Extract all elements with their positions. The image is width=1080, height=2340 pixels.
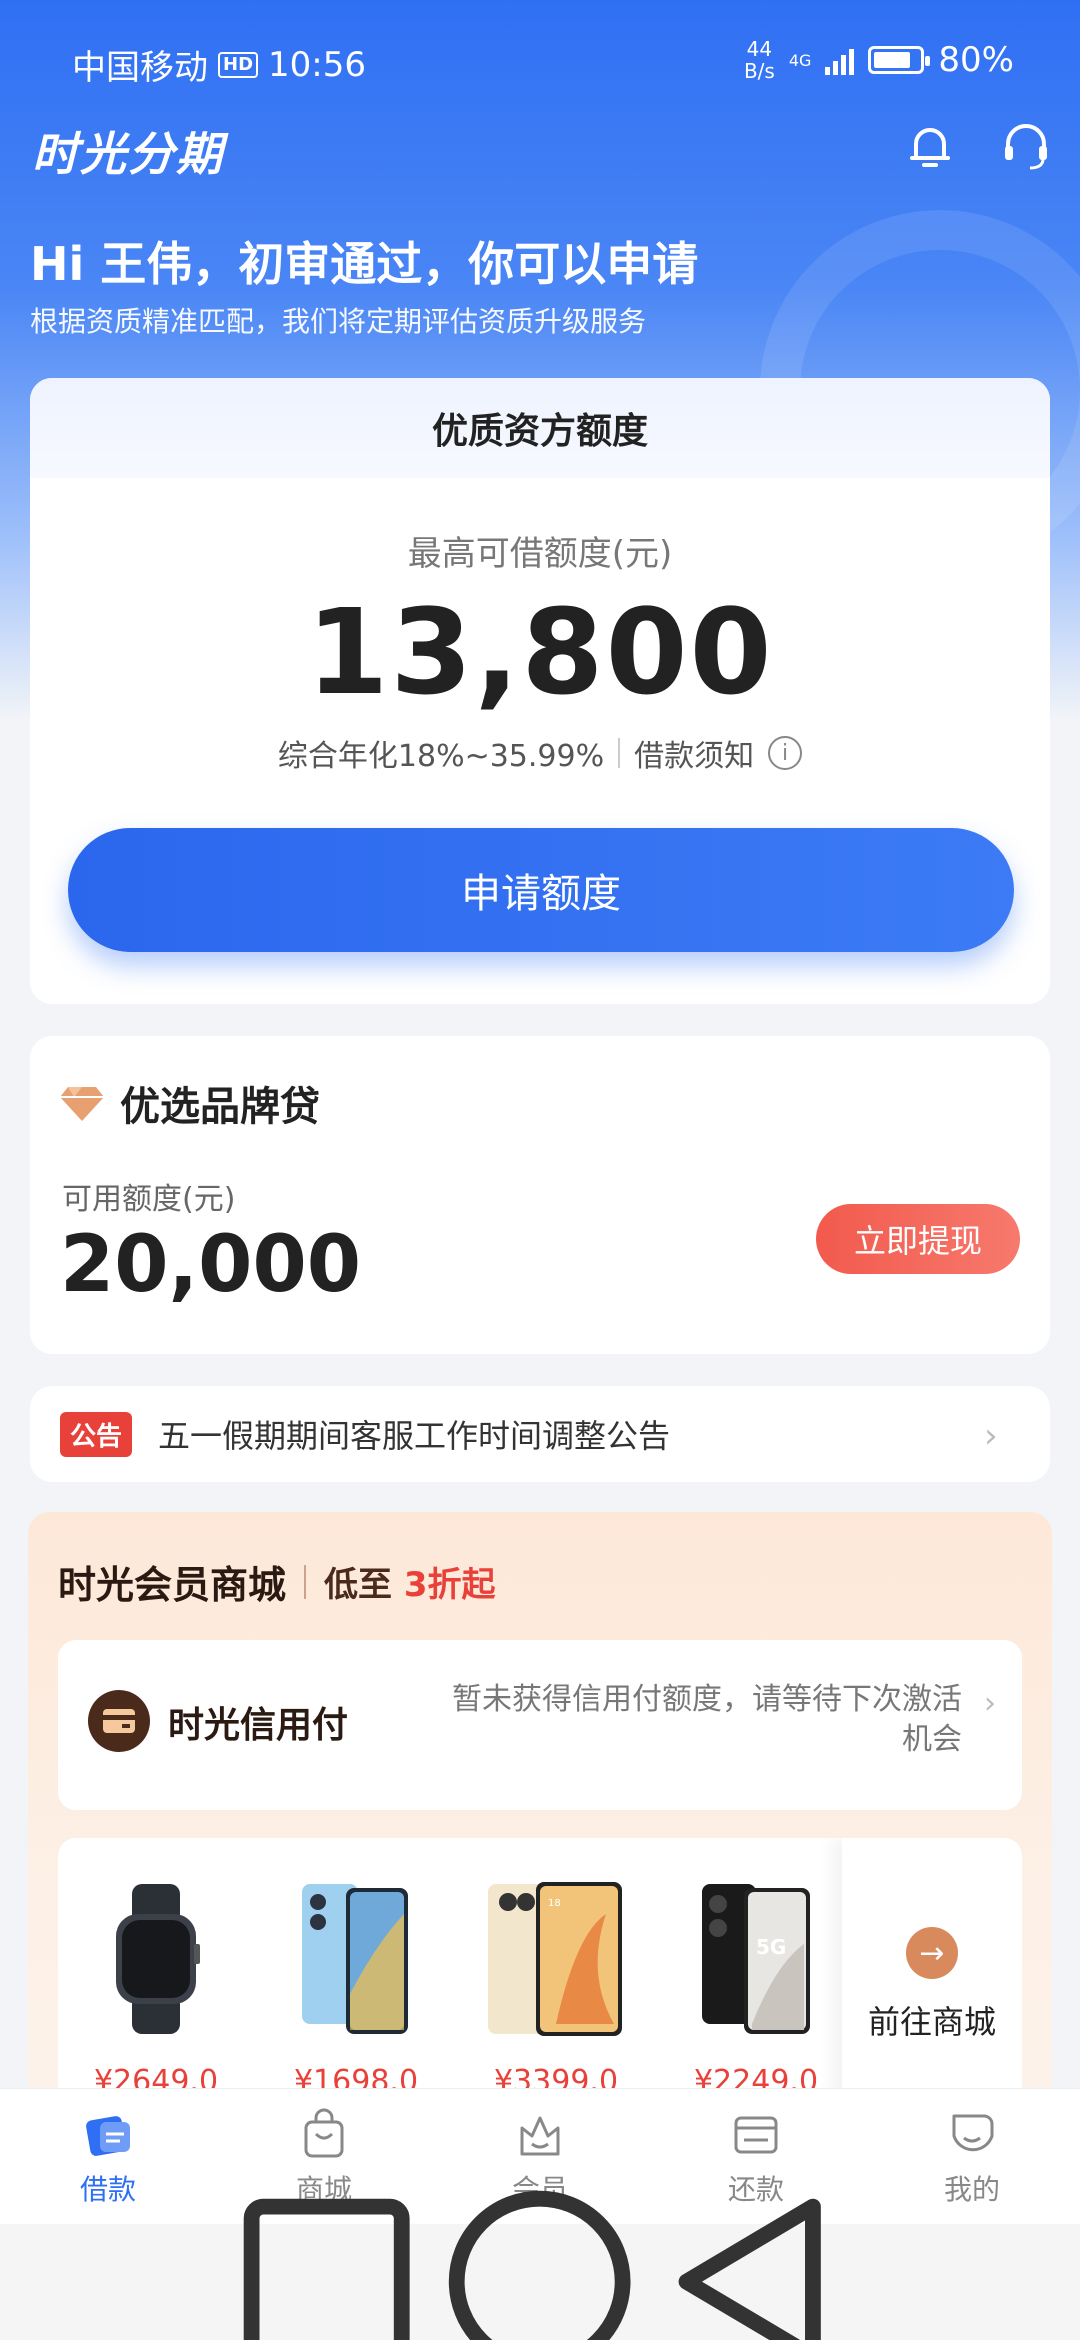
svg-text:5G: 5G — [756, 1935, 786, 1959]
carrier-name: 中国移动 — [72, 48, 208, 88]
credit-pay-title: 时光信用付 — [168, 1705, 349, 1746]
product-item[interactable]: ¥1698.0 — [276, 1874, 436, 2099]
signal-icon — [825, 45, 855, 75]
shop-bag-icon — [304, 2108, 344, 2157]
product-item[interactable]: ¥2649.0 — [76, 1874, 236, 2099]
annual-rate: 综合年化18%~35.99% — [277, 739, 605, 774]
net-speed-unit: B/s — [743, 59, 775, 83]
apply-quota-button[interactable]: 申请额度 — [68, 828, 1014, 952]
clock: 10:56 — [268, 44, 366, 85]
quota-info-row: 综合年化18%~35.99% 借款须知 i — [30, 731, 1050, 775]
product-item[interactable]: 5G ¥2249.0 — [676, 1874, 836, 2099]
home-icon[interactable] — [433, 2175, 646, 2340]
hd-badge: HD — [218, 51, 259, 78]
tab-loan[interactable]: 借款 — [0, 2089, 216, 2224]
member-crown-icon — [520, 2116, 560, 2155]
profile-icon — [952, 2114, 994, 2151]
back-icon[interactable] — [647, 2175, 860, 2340]
svg-text:18: 18 — [548, 1898, 561, 1909]
tab-label: 我的 — [943, 2172, 1000, 2206]
net-speed-value: 44 — [746, 37, 773, 61]
bell-icon[interactable] — [902, 118, 958, 174]
network-type: 4G — [788, 50, 812, 70]
blue-phone-icon — [302, 1884, 408, 2034]
battery-icon — [868, 46, 931, 74]
loan-icon — [86, 2115, 130, 2156]
smartwatch-icon — [116, 1884, 200, 2034]
divider — [618, 738, 621, 768]
quota-amount: 13,800 — [306, 583, 774, 721]
customer-service-icon[interactable] — [998, 118, 1054, 174]
brand-loan-title: 优选品牌贷 — [120, 1084, 320, 1130]
quota-label: 最高可借额度(元) — [407, 534, 673, 574]
available-amount: 20,000 — [60, 1220, 361, 1310]
divider — [304, 1564, 307, 1599]
notice-text: 五一假期期间客服工作时间调整公告 — [158, 1417, 671, 1455]
mall-title: 时光会员商城 — [58, 1563, 287, 1607]
promo-prefix: 低至 — [324, 1565, 393, 1605]
loan-notice-link[interactable]: 借款须知 — [634, 731, 754, 775]
mall-promo: 低至 3折起 — [324, 1557, 496, 1606]
status-right: 44 B/s 4G 80% — [744, 38, 1014, 82]
app-screen: 中国移动 HD 10:56 44 B/s 4G 80% 时光分期 Hi 王伟，初… — [0, 0, 1080, 2340]
product-item[interactable]: 18 ¥3399.0 — [476, 1874, 636, 2099]
credit-card-icon — [88, 1690, 150, 1752]
diamond-icon — [60, 1087, 104, 1121]
status-left: 中国移动 HD 10:56 — [72, 40, 366, 89]
info-icon[interactable]: i — [768, 736, 803, 770]
brand-loan-header: 优选品牌贷 — [60, 1074, 320, 1132]
mall-header: 时光会员商城 低至 3折起 — [58, 1554, 496, 1609]
promo-highlight: 3折起 — [403, 1565, 496, 1605]
battery-percent: 80% — [938, 40, 1014, 80]
chevron-right-icon: › — [984, 1686, 996, 1721]
chevron-right-icon: › — [984, 1416, 998, 1456]
withdraw-button[interactable]: 立即提现 — [816, 1204, 1020, 1274]
greeting-title: Hi 王伟，初审通过，你可以申请 — [30, 237, 699, 291]
available-label: 可用额度(元) — [62, 1182, 236, 1217]
goto-mall-label: 前往商城 — [867, 2003, 996, 2041]
credit-pay-desc: 暂未获得信用付额度，请等待下次激活机会 — [452, 1682, 962, 1757]
net-speed: 44 B/s — [744, 38, 775, 82]
credit-pay-row[interactable]: 时光信用付 暂未获得信用付额度，请等待下次激活机会 › — [58, 1640, 1022, 1810]
gold-phone-icon: 18 — [488, 1882, 622, 2036]
quota-card: 优质资方额度 最高可借额度(元) 13,800 综合年化18%~35.99% 借… — [30, 378, 1050, 1004]
quota-card-title: 优质资方额度 — [30, 378, 1050, 478]
greeting-subtitle: 根据资质精准匹配，我们将定期评估资质升级服务 — [30, 305, 647, 338]
notice-tag: 公告 — [60, 1411, 133, 1457]
arrow-right-icon: → — [906, 1927, 958, 1979]
brand-loan-card[interactable]: 优选品牌贷 可用额度(元) 20,000 立即提现 — [30, 1036, 1050, 1354]
member-mall-card: 时光会员商城 低至 3折起 时光信用付 暂未获得信用付额度，请等待下次激活机会 … — [28, 1512, 1052, 2132]
tab-label: 借款 — [79, 2172, 136, 2206]
black-5g-phone-icon: 5G — [702, 1884, 810, 2034]
tab-profile[interactable]: 我的 — [864, 2089, 1080, 2224]
status-bar: 中国移动 HD 10:56 44 B/s 4G 80% — [0, 0, 1080, 120]
recent-apps-icon[interactable] — [220, 2175, 433, 2340]
app-title: 时光分期 — [32, 127, 224, 181]
system-nav-bar — [0, 2191, 1080, 2340]
repay-card-icon — [734, 2116, 778, 2153]
notice-bar[interactable]: 公告 五一假期期间客服工作时间调整公告 › — [30, 1386, 1050, 1482]
